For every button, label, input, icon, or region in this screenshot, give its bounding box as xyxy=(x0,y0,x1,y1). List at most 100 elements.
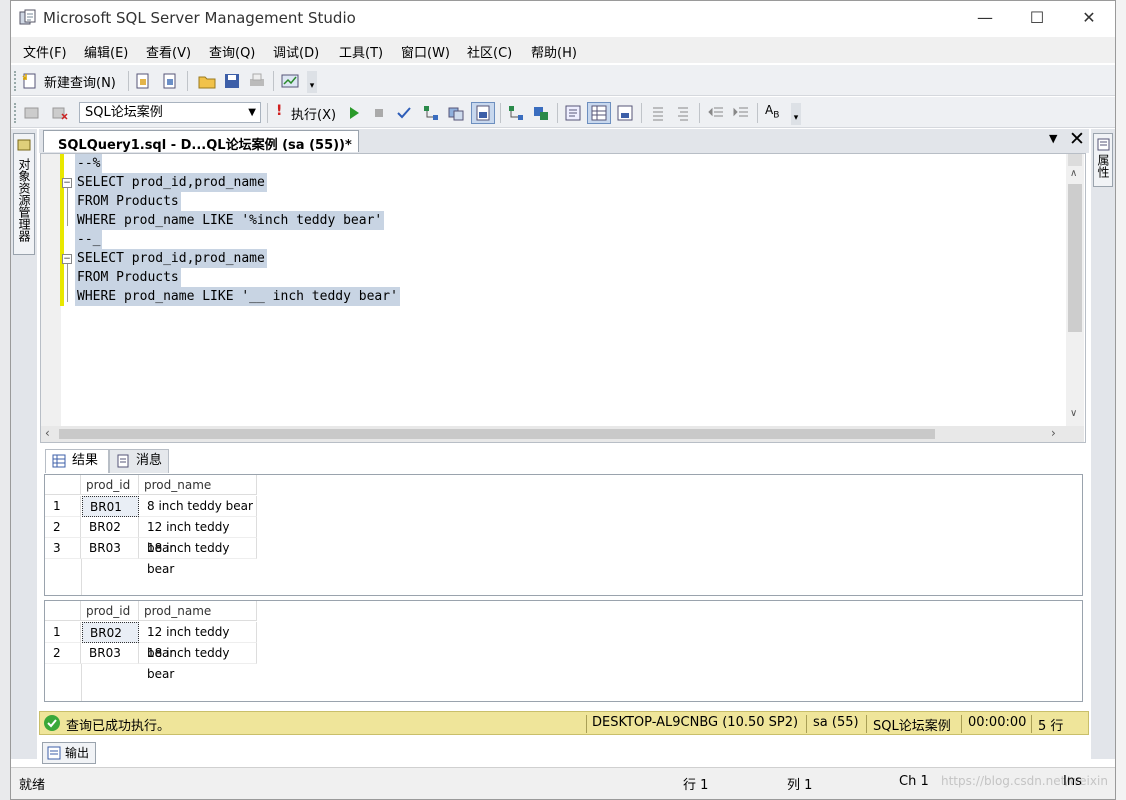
table-cell[interactable]: BR01 xyxy=(82,496,139,517)
window-title: Microsoft SQL Server Management Studio xyxy=(43,9,356,27)
close-document-icon[interactable]: ✕ xyxy=(1069,128,1085,150)
scroll-top-button[interactable] xyxy=(1068,154,1082,166)
menu-community[interactable]: 社区(C) xyxy=(467,42,512,61)
scroll-thumb[interactable] xyxy=(59,429,935,439)
table-cell[interactable]: 8 inch teddy bear xyxy=(139,496,257,517)
table-cell[interactable]: BR02 xyxy=(82,622,139,643)
results-to-file-icon[interactable] xyxy=(616,104,634,122)
column-header[interactable]: prod_id xyxy=(81,601,139,621)
change-connection-icon[interactable] xyxy=(51,104,69,122)
menu-window[interactable]: 窗口(W) xyxy=(401,42,450,61)
connect-icon[interactable] xyxy=(23,104,41,122)
menu-debug[interactable]: 调试(D) xyxy=(273,42,319,61)
table-cell[interactable]: BR03 xyxy=(81,643,139,664)
status-separator xyxy=(961,715,962,733)
fold-toggle-icon[interactable]: − xyxy=(62,254,72,264)
status-rows: 5 行 xyxy=(1038,719,1064,734)
row-number: 2 xyxy=(45,643,81,664)
menu-query[interactable]: 查询(Q) xyxy=(209,42,255,61)
increase-indent-icon[interactable] xyxy=(732,104,750,122)
analysis-query-icon[interactable] xyxy=(161,72,179,90)
close-button[interactable]: ✕ xyxy=(1069,5,1109,31)
code-line: --% xyxy=(75,154,103,173)
object-explorer-tab[interactable]: 对象资源管理器 xyxy=(13,133,35,255)
database-select-value: SQL论坛案例 xyxy=(85,105,163,120)
toolbar-separator xyxy=(273,71,274,91)
save-icon[interactable] xyxy=(223,72,241,90)
tab-results[interactable]: 结果 xyxy=(45,449,109,473)
editor-gutter xyxy=(41,154,61,426)
specify-values-icon[interactable]: AB xyxy=(765,103,779,120)
save-results-icon xyxy=(476,105,490,121)
scroll-up-icon[interactable]: ∧ xyxy=(1070,168,1077,179)
decrease-indent-icon[interactable] xyxy=(707,104,725,122)
row-number: 2 xyxy=(45,517,81,538)
results-grid-1[interactable]: prod_id prod_name 1 BR01 8 inch teddy be… xyxy=(44,474,1083,596)
tab-messages[interactable]: 消息 xyxy=(109,449,169,473)
database-engine-query-icon[interactable] xyxy=(134,72,152,90)
column-header[interactable]: prod_id xyxy=(81,475,139,495)
code-line: FROM Products xyxy=(75,192,181,211)
table-cell[interactable]: 18 inch teddy bear xyxy=(139,538,257,576)
uncomment-lines-icon[interactable] xyxy=(674,104,692,122)
menu-tools[interactable]: 工具(T) xyxy=(339,42,383,61)
results-grid-2[interactable]: prod_id prod_name 1 BR02 12 inch teddy b… xyxy=(44,600,1083,702)
table-cell[interactable]: BR02 xyxy=(81,517,139,538)
parse-check-icon[interactable] xyxy=(395,104,413,122)
scroll-thumb[interactable] xyxy=(1068,184,1082,332)
table-cell[interactable]: 12 inch teddy bear xyxy=(139,517,257,555)
toolbar-overflow-icon[interactable]: ▾ xyxy=(791,103,801,125)
toolbar-grip[interactable] xyxy=(14,103,18,123)
display-plan-icon[interactable] xyxy=(422,104,440,122)
new-query-button[interactable]: 新建查询(N) xyxy=(44,72,116,91)
editor-horizontal-scrollbar[interactable]: ‹ › xyxy=(41,426,1084,442)
minimize-button[interactable]: — xyxy=(965,5,1005,31)
column-header[interactable]: prod_name xyxy=(139,601,257,621)
scroll-down-icon[interactable]: ∨ xyxy=(1070,408,1077,419)
status-char: Ch 1 xyxy=(899,774,929,789)
results-to-text-icon[interactable] xyxy=(564,104,582,122)
maximize-button[interactable]: ☐ xyxy=(1017,5,1057,31)
toolbar-grip[interactable] xyxy=(14,71,18,91)
table-cell[interactable]: BR03 xyxy=(81,538,139,559)
code-line: SELECT prod_id,prod_name xyxy=(75,249,267,268)
properties-tab[interactable]: 属性 xyxy=(1093,133,1113,187)
execute-button[interactable]: 执行(X) xyxy=(291,104,336,123)
database-select[interactable]: SQL论坛案例 ▼ xyxy=(79,102,261,123)
toolbar-separator xyxy=(500,103,501,123)
status-column: 列 1 xyxy=(787,778,813,793)
debug-play-icon[interactable] xyxy=(345,104,363,122)
scroll-left-icon[interactable]: ‹ xyxy=(45,426,50,440)
scroll-right-icon[interactable]: › xyxy=(1051,426,1056,440)
tab-list-dropdown-icon[interactable]: ▼ xyxy=(1049,132,1057,145)
cancel-query-icon[interactable] xyxy=(370,104,388,122)
execute-icon: ! xyxy=(276,103,283,119)
menu-help[interactable]: 帮助(H) xyxy=(531,42,577,61)
status-message: 查询已成功执行。 xyxy=(66,719,171,734)
menu-file[interactable]: 文件(F) xyxy=(23,42,67,61)
client-statistics-icon[interactable] xyxy=(532,104,550,122)
open-folder-icon[interactable] xyxy=(198,72,216,90)
comment-lines-icon[interactable] xyxy=(649,104,667,122)
status-separator xyxy=(866,715,867,733)
status-time: 00:00:00 xyxy=(968,715,1027,730)
right-dock-strip xyxy=(1091,129,1115,759)
column-header[interactable]: prod_name xyxy=(139,475,257,495)
code-line: WHERE prod_name LIKE '__ inch teddy bear… xyxy=(75,287,400,306)
fold-toggle-icon[interactable]: − xyxy=(62,178,72,188)
tab-sqlquery1[interactable]: SQLQuery1.sql - D...QL论坛案例 (sa (55))* xyxy=(43,130,359,153)
editor-vertical-scrollbar[interactable]: ∧ ∨ xyxy=(1066,154,1084,426)
table-cell[interactable]: 12 inch teddy bear xyxy=(139,622,257,660)
menu-view[interactable]: 查看(V) xyxy=(146,42,191,61)
activity-monitor-icon[interactable] xyxy=(281,72,299,90)
include-plan-icon[interactable] xyxy=(507,104,525,122)
query-editor[interactable]: − − --% SELECT prod_id,prod_name FROM Pr… xyxy=(40,153,1086,443)
toolbar-overflow-icon[interactable]: ▾ xyxy=(307,71,317,93)
query-designer-icon[interactable] xyxy=(447,104,465,122)
print-icon[interactable] xyxy=(248,72,266,90)
table-cell[interactable]: 18 inch teddy bear xyxy=(139,643,257,681)
sql-editor-toolbar: SQL论坛案例 ▼ ! 执行(X) AB ▾ xyxy=(11,96,1115,128)
output-tab[interactable]: 输出 xyxy=(42,742,96,764)
code-line: SELECT prod_id,prod_name xyxy=(75,173,267,192)
menu-edit[interactable]: 编辑(E) xyxy=(84,42,128,61)
